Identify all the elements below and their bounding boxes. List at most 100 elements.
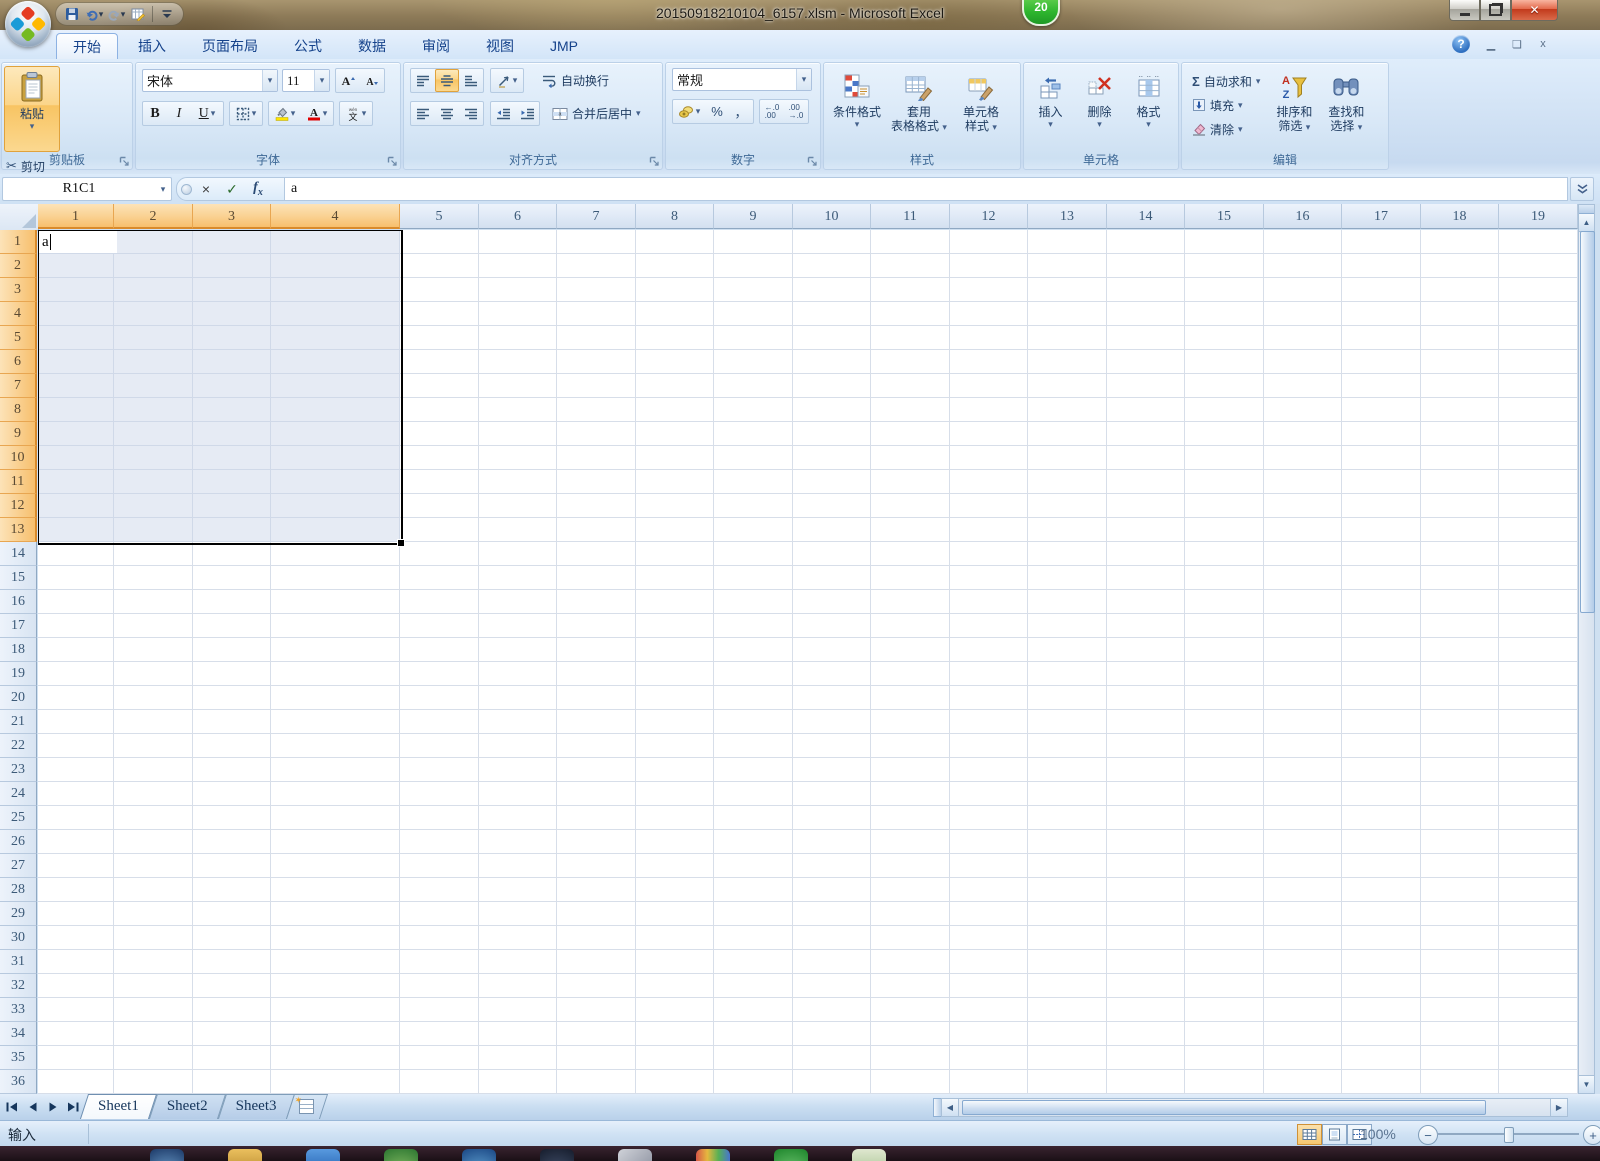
row-header-12[interactable]: 12 [0,494,37,518]
row-header-24[interactable]: 24 [0,782,37,806]
column-header-7[interactable]: 7 [557,204,636,229]
paste-button[interactable]: 粘贴 ▾ [4,66,60,152]
row-header-28[interactable]: 28 [0,878,37,902]
cancel-entry-button[interactable]: × [194,179,218,199]
expand-formula-bar-button[interactable] [1570,177,1594,201]
vertical-split-handle[interactable] [1579,205,1594,214]
row-header-34[interactable]: 34 [0,1022,37,1046]
name-box[interactable]: R1C1 ▾ [2,177,172,201]
row-header-11[interactable]: 11 [0,470,37,494]
vertical-scroll-thumb[interactable] [1580,231,1595,613]
horizontal-scrollbar[interactable] [958,1098,1552,1117]
row-header-23[interactable]: 23 [0,758,37,782]
taskbar-icon-blue-orb[interactable] [462,1149,496,1161]
taskbar-icon-photo-app[interactable] [696,1149,730,1161]
comma-style-button[interactable]: ， [729,100,753,123]
format-as-table-button[interactable]: 套用表格格式 ▾ [886,66,952,150]
column-header-11[interactable]: 11 [871,204,950,229]
clipboard-dialog-launcher[interactable] [118,155,130,167]
alignment-dialog-launcher[interactable] [648,155,660,167]
italic-button[interactable]: I [167,102,191,125]
bold-button[interactable]: B [143,102,167,125]
sheet-tab-Sheet2[interactable]: Sheet2 [153,1094,222,1119]
zoom-in-button[interactable]: + [1583,1125,1600,1145]
ribbon-tab-4[interactable]: 公式 [278,33,338,59]
row-header-8[interactable]: 8 [0,398,37,422]
name-box-caret-icon[interactable]: ▾ [155,184,171,195]
page-layout-view-button[interactable] [1322,1124,1347,1145]
decrease-indent-button[interactable] [491,102,515,125]
row-header-19[interactable]: 19 [0,662,37,686]
increase-decimal-button[interactable]: ←.0 .00 [760,100,784,123]
merge-center-button[interactable]: a合并后居中▾ [548,103,645,125]
column-header-10[interactable]: 10 [793,204,871,229]
zoom-out-button[interactable]: − [1418,1125,1438,1145]
middle-align-button[interactable] [435,69,459,92]
row-header-4[interactable]: 4 [0,302,37,326]
workbook-minimize-button[interactable]: ▁ [1484,38,1498,51]
column-header-1[interactable]: 1 [38,204,114,229]
fill-button[interactable]: 填充▾ [1188,93,1264,117]
accounting-format-button[interactable]: ▾ [673,100,705,123]
insert-function-button[interactable]: fx [246,179,270,199]
insert-worksheet-tab[interactable]: ✶ [290,1094,324,1119]
taskbar-icon-light-app[interactable] [852,1149,886,1161]
align-right-button[interactable] [459,102,483,125]
ribbon-tab-7[interactable]: 视图 [470,33,530,59]
row-header-7[interactable]: 7 [0,374,37,398]
wrap-text-button[interactable]: 自动换行 [538,70,613,92]
macro-button[interactable] [128,5,148,23]
row-header-29[interactable]: 29 [0,902,37,926]
column-header-4[interactable]: 4 [271,204,400,229]
confirm-entry-button[interactable]: ✓ [220,179,244,199]
phonetic-guide-button[interactable]: wén文▾ [340,102,372,125]
underline-button[interactable]: U▾ [191,102,223,125]
help-button[interactable]: ? [1452,35,1470,53]
row-header-15[interactable]: 15 [0,566,37,590]
taskbar-icon-folder[interactable] [228,1149,262,1161]
bottom-align-button[interactable] [459,69,483,92]
row-header-31[interactable]: 31 [0,950,37,974]
next-sheet-button[interactable] [44,1098,61,1115]
column-header-12[interactable]: 12 [950,204,1028,229]
insert-cells-button[interactable]: 插入 ▾ [1026,66,1075,150]
row-header-3[interactable]: 3 [0,278,37,302]
percent-style-button[interactable]: % [705,100,729,123]
row-header-22[interactable]: 22 [0,734,37,758]
column-header-8[interactable]: 8 [636,204,714,229]
autosum-button[interactable]: Σ自动求和▾ [1188,69,1264,93]
workbook-close-button[interactable]: x [1536,38,1550,50]
column-header-6[interactable]: 6 [479,204,557,229]
taskbar-icon-green-app[interactable] [384,1149,418,1161]
minimize-button[interactable] [1449,0,1480,21]
column-header-17[interactable]: 17 [1342,204,1421,229]
row-header-13[interactable]: 13 [0,518,37,542]
number-format-combo[interactable]: 常规▾ [672,68,812,91]
ribbon-tab-6[interactable]: 审阅 [406,33,466,59]
workbook-restore-button[interactable]: ❏ [1510,38,1524,51]
scroll-up-button[interactable]: ▲ [1579,214,1594,232]
row-header-16[interactable]: 16 [0,590,37,614]
row-header-32[interactable]: 32 [0,974,37,998]
align-center-button[interactable] [435,102,459,125]
align-left-button[interactable] [411,102,435,125]
redo-button[interactable]: ▾ [106,5,126,23]
taskbar-icon-pen-app[interactable] [618,1149,652,1161]
font-color-button[interactable]: A▾ [301,102,333,125]
font-family-combo[interactable]: 宋体▾ [142,69,278,92]
taskbar-icon-dark-app[interactable] [540,1149,574,1161]
decrease-decimal-button[interactable]: .00 →.0 [784,100,808,123]
row-header-10[interactable]: 10 [0,446,37,470]
cell-styles-button[interactable]: 单元格样式 ▾ [952,66,1010,150]
ribbon-tab-5[interactable]: 数据 [342,33,402,59]
customize-qat-button[interactable] [157,5,177,23]
borders-button[interactable]: ▾ [230,102,262,125]
column-header-18[interactable]: 18 [1421,204,1499,229]
conditional-formatting-button[interactable]: 条件格式 ▾ [828,66,886,150]
row-header-26[interactable]: 26 [0,830,37,854]
normal-view-button[interactable] [1297,1124,1322,1145]
find-select-button[interactable]: 查找和选择 ▾ [1320,66,1372,150]
sheet-tab-Sheet1[interactable]: Sheet1 [84,1094,153,1119]
column-header-16[interactable]: 16 [1264,204,1342,229]
office-button[interactable] [5,1,51,47]
